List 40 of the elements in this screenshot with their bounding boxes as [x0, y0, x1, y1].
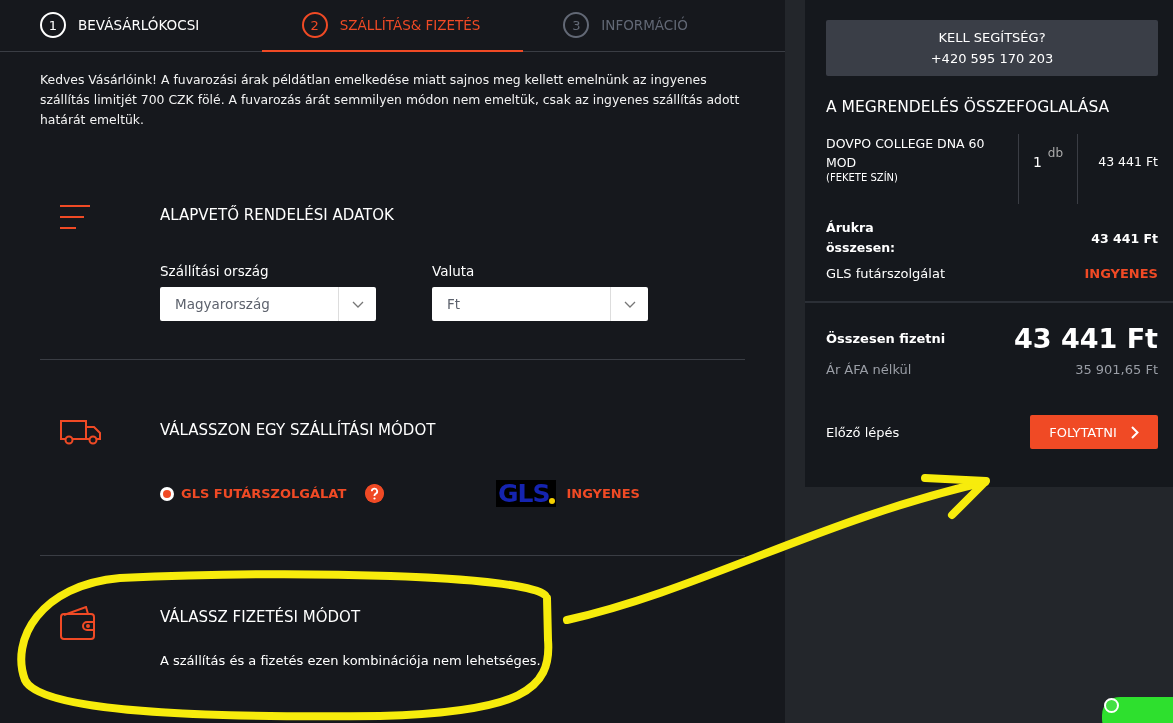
truck-icon	[60, 419, 102, 445]
shipping-value: INGYENES	[1084, 266, 1158, 281]
product-name: DOVPO COLLEGE DNA 60 MOD	[826, 135, 986, 171]
shipping-label: GLS futárszolgálat	[826, 266, 945, 281]
help-phone: +420 595 170 203	[930, 51, 1054, 66]
subtotal-value: 43 441 Ft	[1091, 230, 1158, 246]
shipping-price: INGYENES	[566, 486, 640, 501]
radio-button[interactable]	[160, 486, 174, 501]
caret-icon	[351, 300, 364, 308]
net-price-value: 35 901,65 Ft	[1075, 362, 1158, 377]
section-title: VÁLASSZON EGY SZÁLLÍTÁSI MÓDOT	[160, 420, 437, 440]
notice-text: Kedves Vásárlóink! A fuvarozási árak példátlan emelkedése miatt sajnos meg kellett emelnünk az ingyenes szállítás limitjét 700 CZK fölé. A fuvarozás árát semmilyen módon nem emeltük, csak az ingyenes szállítás adott határát emeltük.	[40, 71, 741, 129]
field-label: Valuta	[432, 263, 476, 279]
subtotal-label: Árukra összesen:	[826, 219, 897, 257]
continue-button[interactable]: FOLYTATNI	[1030, 415, 1158, 449]
product-price: 43 441 Ft	[1098, 154, 1158, 171]
total-value: 43 441 Ft	[1013, 323, 1158, 354]
section-title: VÁLASSZ FIZETÉSI MÓDOT	[160, 607, 362, 627]
help-title: KELL SEGÍTSÉG?	[938, 30, 1046, 45]
shipping-option-label[interactable]: GLS FUTÁRSZOLGÁLAT	[181, 486, 347, 501]
back-link[interactable]: Előző lépés	[826, 424, 900, 440]
help-icon[interactable]	[365, 484, 385, 503]
field-label: Szállítási ország	[160, 263, 270, 279]
caret-icon	[623, 300, 636, 308]
wallet-icon	[60, 606, 96, 640]
dropdown-field[interactable]: Ft	[432, 287, 648, 321]
net-price-label: Ár ÁFA nélkül	[826, 362, 912, 377]
carrier-logo: GLS	[496, 480, 557, 507]
product-variant: (FEKETE SZÍN)	[826, 172, 899, 184]
summary-title: A MEGRENDELÉS ÖSSZEFOGLALÁSA	[826, 98, 1111, 116]
section-title: ALAPVETŐ RENDELÉSI ADATOK	[160, 205, 395, 225]
dropdown-field[interactable]: Magyarország	[160, 287, 376, 321]
step-tab[interactable]: 2 SZÁLLÍTÁS& FIZETÉS	[261, 0, 524, 52]
step-tab[interactable]: 1 BEVÁSÁRLÓKOCSI	[0, 0, 262, 52]
chevron-right-icon	[1130, 425, 1139, 439]
quantity: 1	[1032, 153, 1042, 172]
payment-message: A szállítás és a fizetés ezen kombinációja nem lehetséges.	[160, 653, 542, 668]
total-label: Összesen fizetni	[826, 331, 946, 346]
menu-lines-icon	[60, 204, 90, 230]
quantity-unit: db	[1047, 146, 1064, 162]
